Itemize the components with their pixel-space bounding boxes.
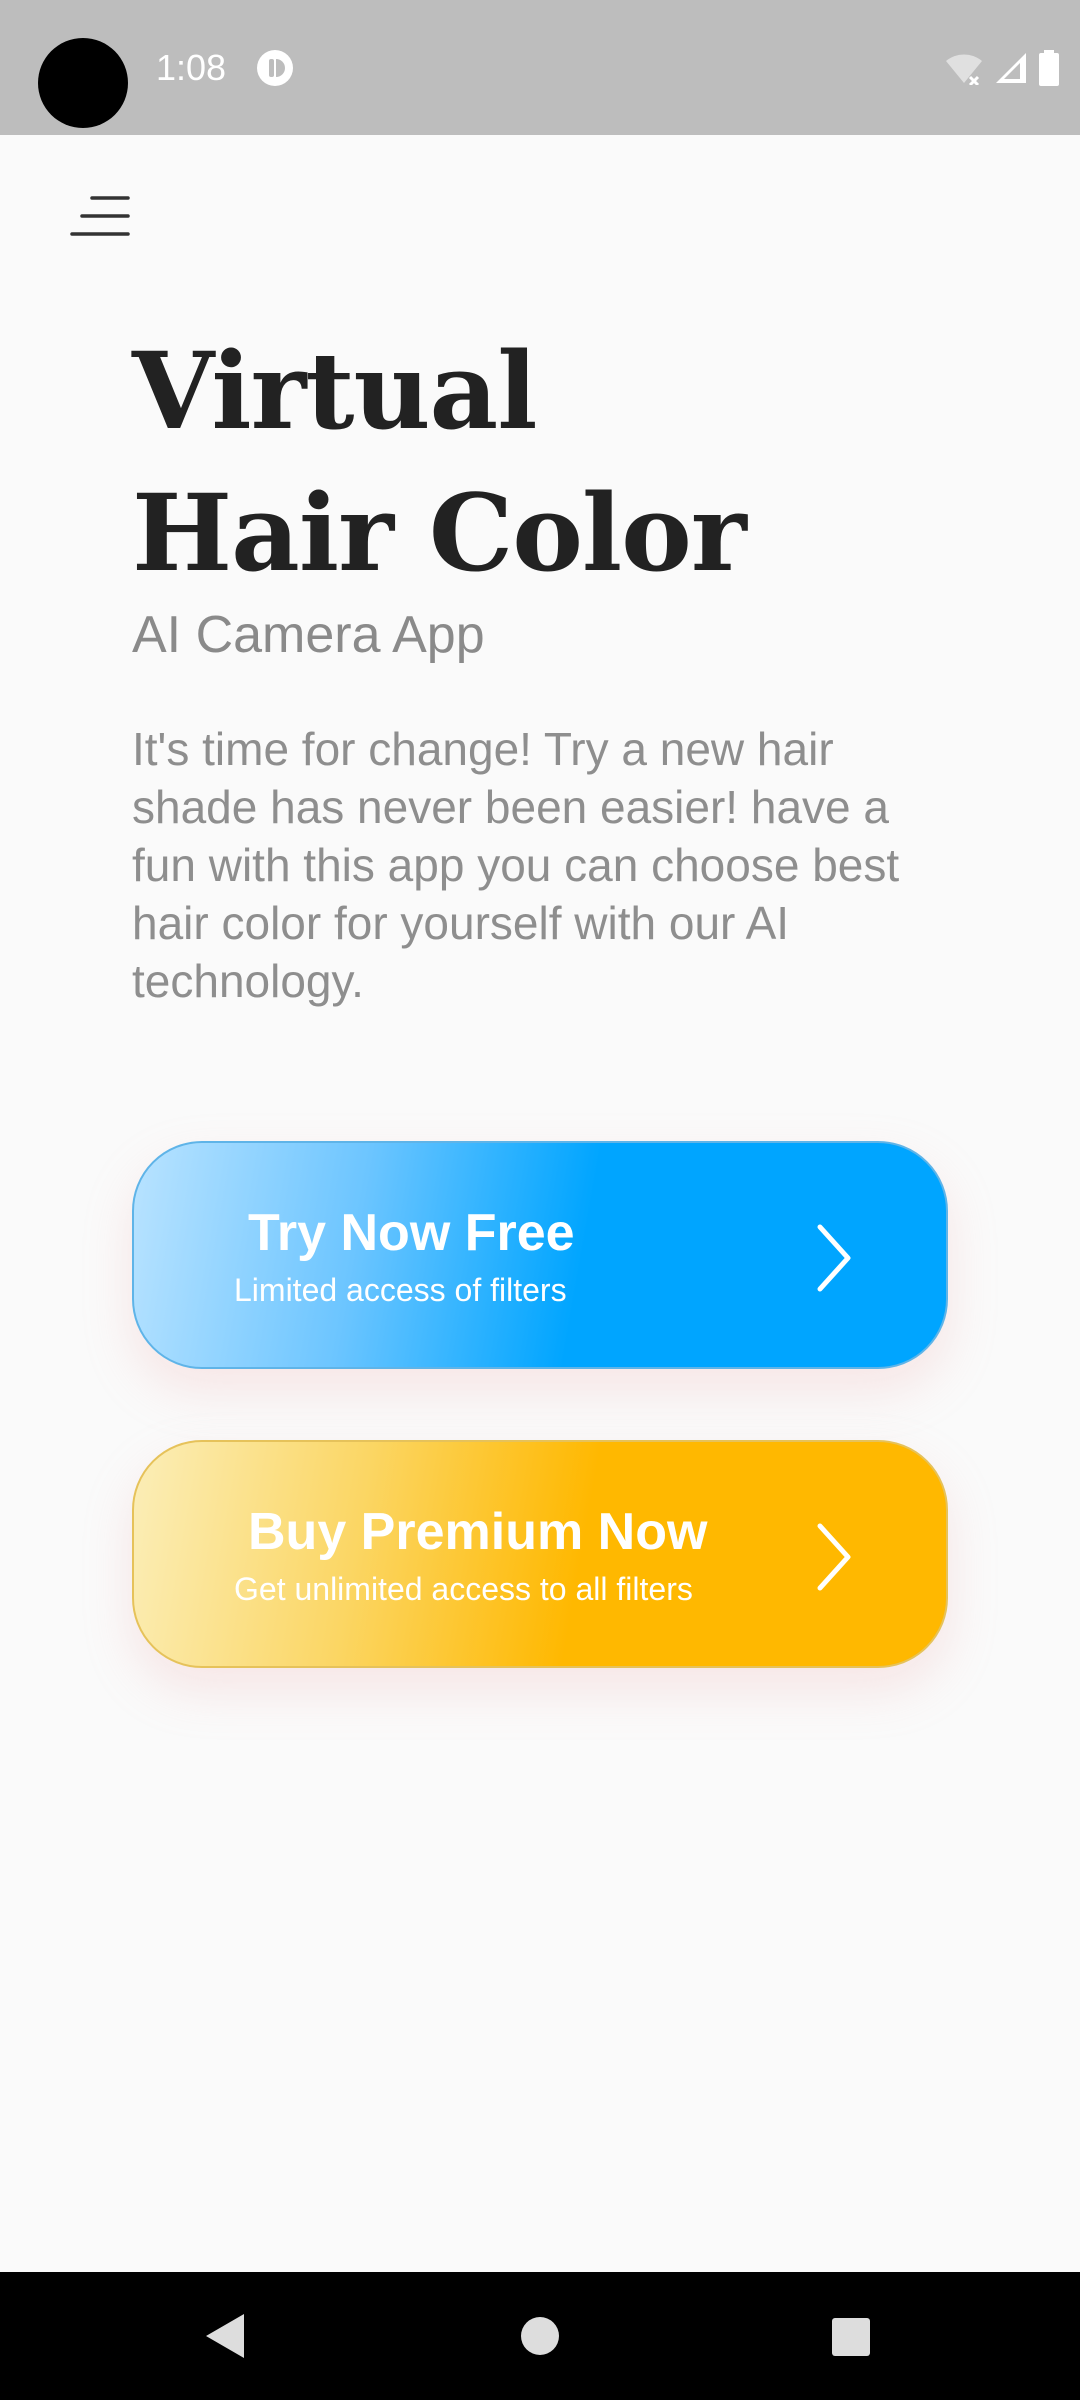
- chevron-right-icon: [817, 1224, 851, 1292]
- camera-cutout: [38, 38, 128, 128]
- description-text: It's time for change! Try a new hair sha…: [132, 723, 900, 1007]
- back-icon[interactable]: [204, 2312, 248, 2360]
- navigation-bar: [0, 2272, 1080, 2400]
- wifi-icon: [946, 54, 982, 85]
- buy-premium-title: Buy Premium Now: [248, 1503, 708, 1561]
- menu-button[interactable]: [70, 192, 132, 240]
- try-now-free-button[interactable]: Try Now Free Limited access of filters: [132, 1141, 948, 1369]
- status-bar: 1:08: [0, 0, 1080, 135]
- try-now-free-title: Try Now Free: [248, 1204, 575, 1262]
- title-line-1: Virtual: [132, 328, 537, 453]
- buy-premium-button[interactable]: Buy Premium Now Get unlimited access to …: [132, 1440, 948, 1668]
- chevron-right-icon: [817, 1523, 851, 1591]
- app-notification-icon: [257, 50, 293, 86]
- battery-icon: [1039, 50, 1059, 86]
- menu-icon: [70, 196, 130, 236]
- status-time: 1:08: [156, 47, 227, 88]
- signal-icon: [996, 53, 1026, 83]
- recents-icon[interactable]: [831, 2317, 871, 2357]
- status-icons: [944, 46, 1060, 90]
- title-line-2: Hair Color: [132, 470, 747, 595]
- buy-premium-subtitle: Get unlimited access to all filters: [234, 1571, 693, 1607]
- page-title: Virtual Hair Color: [132, 320, 747, 604]
- app-subtitle: AI Camera App: [132, 606, 485, 664]
- home-icon[interactable]: [520, 2316, 560, 2356]
- try-now-free-subtitle: Limited access of filters: [234, 1272, 567, 1308]
